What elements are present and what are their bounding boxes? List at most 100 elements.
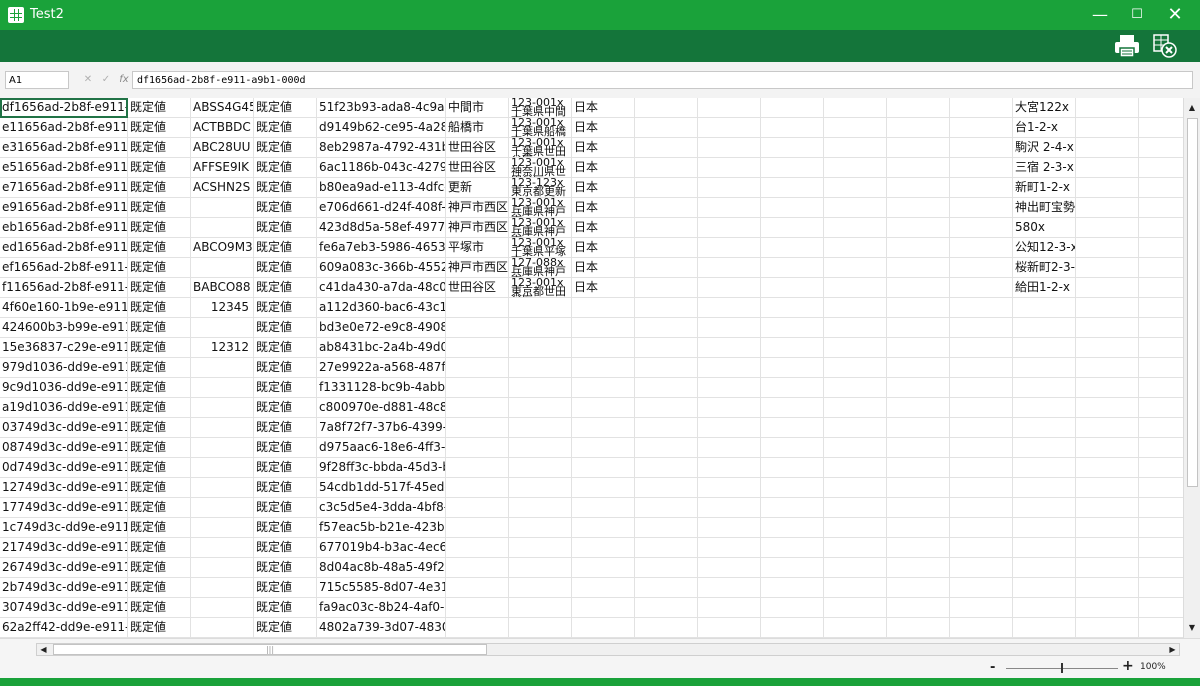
grid-cell[interactable]: ABC28UU [191,138,254,158]
grid-cell[interactable] [446,438,509,458]
grid-cell[interactable] [635,558,698,578]
grid-cell[interactable]: 既定値 [254,458,317,478]
grid-cell[interactable]: 既定値 [254,438,317,458]
grid-cell[interactable]: 123-001x 兵庫県神戸市 [509,198,572,218]
grid-cell[interactable] [572,438,635,458]
grid-cell[interactable]: 26749d3c-dd9e-e911- [0,558,128,578]
grid-cell[interactable] [761,138,824,158]
grid-cell[interactable] [1139,138,1183,158]
grid-cell[interactable] [698,518,761,538]
grid-cell[interactable] [1013,298,1076,318]
vertical-scrollbar[interactable]: ▲ ▼ [1183,98,1200,638]
grid-cell[interactable] [635,578,698,598]
name-box[interactable]: A1 [5,71,69,89]
scroll-right-icon[interactable]: ▶ [1166,644,1179,655]
grid-cell[interactable]: 既定値 [254,538,317,558]
formula-input[interactable]: df1656ad-2b8f-e911-a9b1-000d [132,71,1193,89]
zoom-slider-thumb[interactable] [1061,663,1063,673]
grid-cell[interactable] [572,398,635,418]
grid-cell[interactable] [824,418,887,438]
grid-cell[interactable] [824,558,887,578]
grid-cell[interactable]: 日本 [572,218,635,238]
grid-cell[interactable]: 08749d3c-dd9e-e911- [0,438,128,458]
grid-cell[interactable] [509,358,572,378]
grid-cell[interactable] [446,398,509,418]
grid-cell[interactable]: 17749d3c-dd9e-e911- [0,498,128,518]
grid-cell[interactable]: 駒沢 2-4-x [1013,138,1076,158]
grid-cell[interactable] [950,218,1013,238]
grid-cell[interactable] [698,138,761,158]
grid-cell[interactable] [1013,478,1076,498]
grid-cell[interactable]: d9149b62-ce95-4a28- [317,118,446,138]
grid-cell[interactable] [1076,338,1139,358]
grid-cell[interactable] [1076,418,1139,438]
grid-cell[interactable] [635,258,698,278]
grid-cell[interactable] [698,178,761,198]
grid-cell[interactable] [1139,218,1183,238]
grid-cell[interactable] [698,558,761,578]
grid-cell[interactable] [1139,238,1183,258]
grid-cell[interactable]: 既定値 [128,458,191,478]
grid-cell[interactable]: f11656ad-2b8f-e911- [0,278,128,298]
grid-cell[interactable]: 台1-2-x [1013,118,1076,138]
grid-cell[interactable] [1013,458,1076,478]
grid-cell[interactable]: 9f28ff3c-bbda-45d3-b6b3-20c8 [317,458,446,478]
grid-cell[interactable] [887,438,950,458]
scroll-down-icon[interactable]: ▼ [1184,620,1200,636]
grid-cell[interactable]: 424600b3-b99e-e911- [0,318,128,338]
grid-cell[interactable]: 既定値 [254,478,317,498]
grid-cell[interactable] [1139,478,1183,498]
grid-cell[interactable]: b80ea9ad-e113-4dfc- [317,178,446,198]
grid-cell[interactable]: 既定値 [128,578,191,598]
grid-cell[interactable] [698,158,761,178]
grid-cell[interactable] [1139,538,1183,558]
zoom-out-button[interactable]: - [990,660,995,675]
grid-cell[interactable] [824,538,887,558]
grid-cell[interactable] [1013,378,1076,398]
grid-cell[interactable] [1139,558,1183,578]
grid-cell[interactable] [509,338,572,358]
grid-cell[interactable] [698,438,761,458]
printer-icon[interactable] [1112,32,1142,60]
grid-cell[interactable] [1139,598,1183,618]
grid-cell[interactable]: 世田谷区 [446,138,509,158]
grid-cell[interactable] [191,598,254,618]
grid-cell[interactable] [1139,318,1183,338]
grid-cell[interactable] [446,538,509,558]
grid-cell[interactable] [446,518,509,538]
grid-cell[interactable]: 世田谷区 [446,278,509,298]
grid-cell[interactable]: 既定値 [128,118,191,138]
grid-cell[interactable]: 既定値 [254,318,317,338]
grid-cell[interactable] [191,618,254,638]
grid-cell[interactable] [824,318,887,338]
grid-cell[interactable]: 62a2ff42-dd9e-e911- [0,618,128,638]
grid-cell[interactable] [1139,498,1183,518]
grid-cell[interactable] [446,458,509,478]
grid-cell[interactable] [635,398,698,418]
grid-cell[interactable]: e51656ad-2b8f-e911- [0,158,128,178]
grid-cell[interactable] [446,578,509,598]
grid-cell[interactable]: e91656ad-2b8f-e911- [0,198,128,218]
grid-cell[interactable] [446,598,509,618]
grid-cell[interactable]: ACTBBDC [191,118,254,138]
grid-cell[interactable] [635,458,698,478]
grid-cell[interactable]: 神出町宝勢1-2-x [1013,198,1076,218]
grid-cell[interactable] [761,278,824,298]
grid-cell[interactable] [509,458,572,478]
grid-cell[interactable]: 609a083c-366b-4552- [317,258,446,278]
confirm-edit-icon[interactable]: ✓ [98,71,114,89]
grid-cell[interactable] [1076,598,1139,618]
grid-cell[interactable] [446,418,509,438]
grid-cell[interactable] [191,358,254,378]
grid-cell[interactable]: 123-001x 兵庫県神戸市 [509,218,572,238]
grid-cell[interactable] [1139,258,1183,278]
grid-cell[interactable] [635,238,698,258]
grid-cell[interactable] [1013,598,1076,618]
grid-cell[interactable] [1076,538,1139,558]
grid-cell[interactable] [1076,398,1139,418]
grid-cell[interactable]: 12312 [191,338,254,358]
grid-cell[interactable]: 123-123x 東京都更新 [509,178,572,198]
grid-cell[interactable] [1076,498,1139,518]
grid-cell[interactable]: c41da430-a7da-48c0- [317,278,446,298]
grid-cell[interactable] [887,458,950,478]
